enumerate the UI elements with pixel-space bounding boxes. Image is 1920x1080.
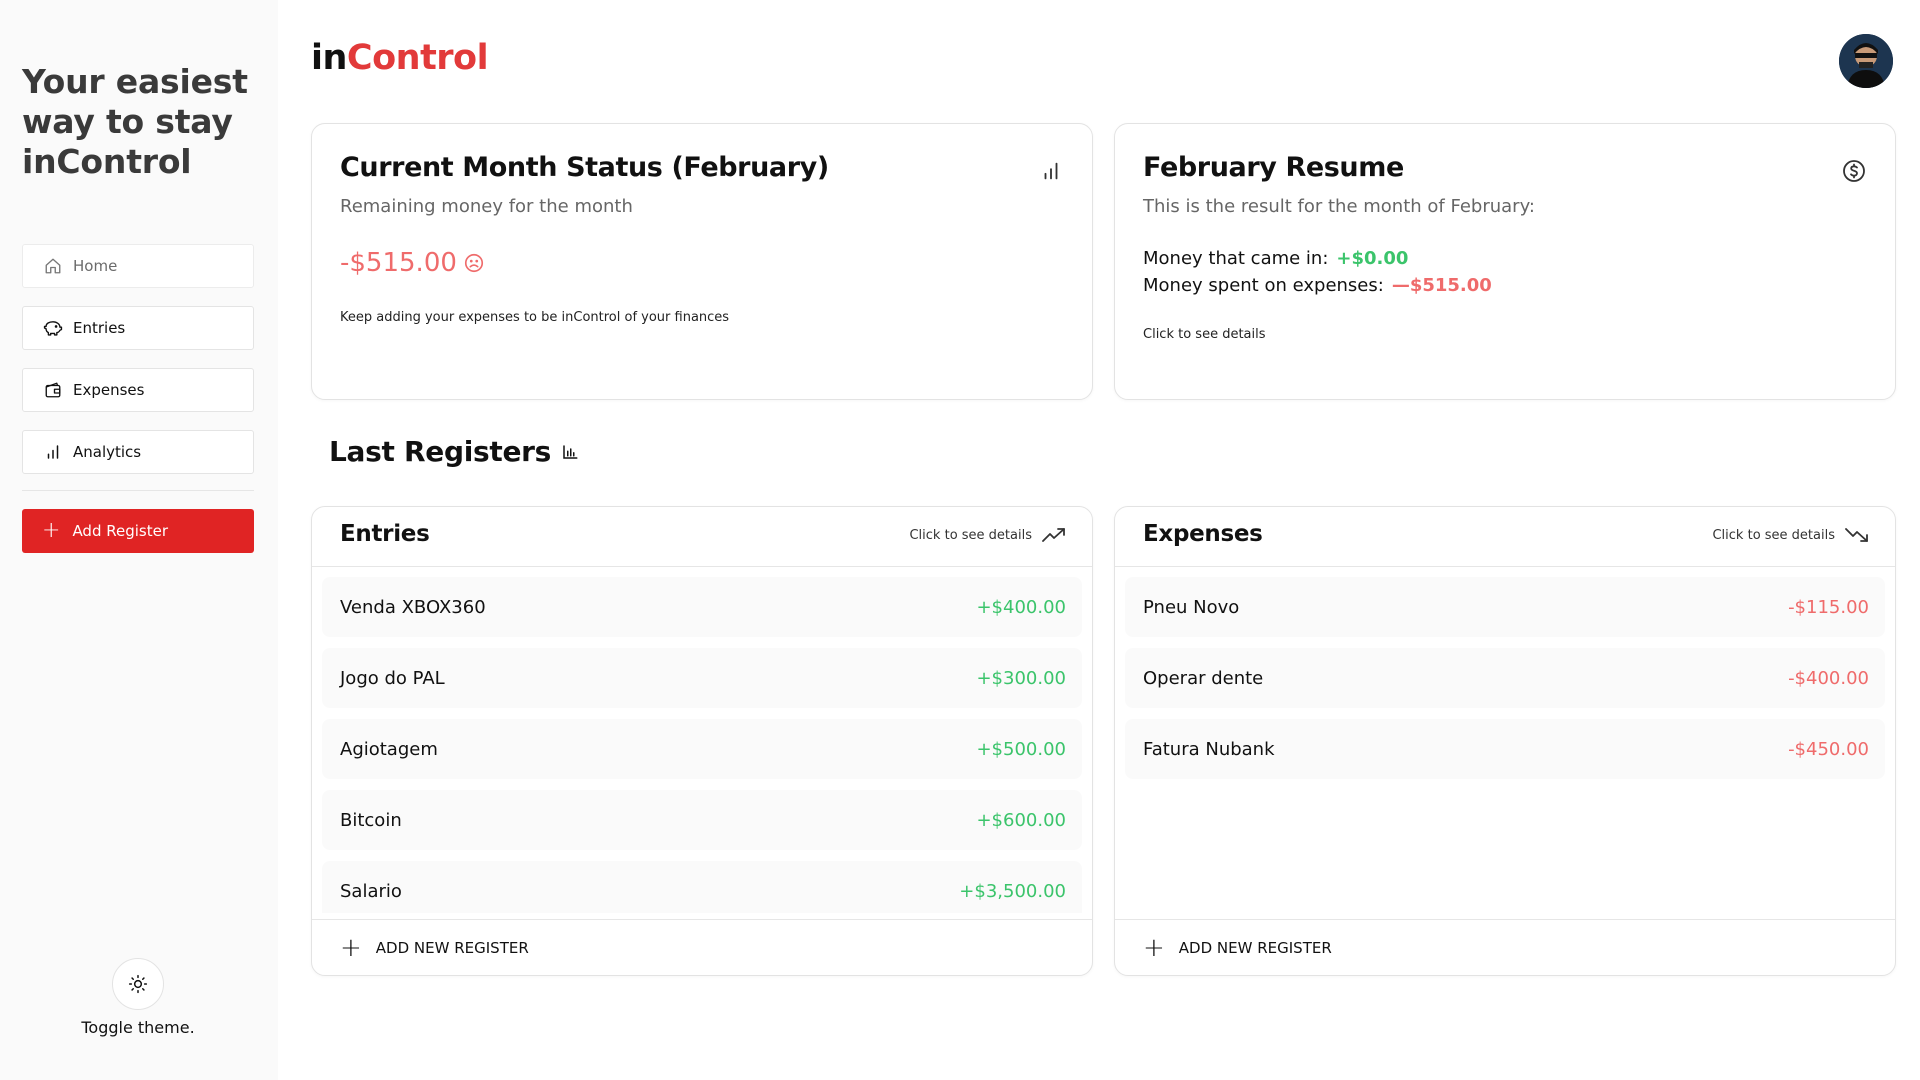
list-item[interactable]: Pneu Novo -$115.00 xyxy=(1125,577,1885,637)
sidebar-item-expenses[interactable]: Expenses xyxy=(22,368,254,412)
money-spent-label: Money spent on expenses: xyxy=(1143,275,1384,296)
logo-control: Control xyxy=(346,38,489,78)
remaining-value: -$515.00 xyxy=(340,248,457,278)
money-spent-value: —$515.00 xyxy=(1391,275,1492,296)
list-item[interactable]: Agiotagem +$500.00 xyxy=(322,719,1082,779)
dollar-circle-icon xyxy=(1841,158,1867,184)
list-item-name: Jogo do PAL xyxy=(340,667,445,689)
remaining-money: -$515.00 xyxy=(340,248,485,278)
list-item-amount: +$600.00 xyxy=(976,809,1066,831)
sidebar-item-entries[interactable]: Entries xyxy=(22,306,254,350)
logo-in: in xyxy=(311,38,347,78)
sidebar-divider xyxy=(22,490,254,491)
expenses-list: Pneu Novo -$115.00 Operar dente -$400.00 Fat… xyxy=(1125,577,1885,913)
entries-see-details-link[interactable]: Click to see details xyxy=(909,527,1066,543)
money-spent-line: Money spent on expenses: —$515.00 xyxy=(1143,275,1492,296)
entries-add-new-register-button[interactable]: + ADD NEW REGISTER xyxy=(312,919,1092,975)
add-register-button[interactable]: + Add Register xyxy=(22,509,254,553)
list-item[interactable]: Bitcoin +$600.00 xyxy=(322,790,1082,850)
last-registers-title: Last Registers xyxy=(329,435,579,468)
list-item-amount: +$3,500.00 xyxy=(959,880,1066,902)
sidebar-item-label: Entries xyxy=(73,319,126,337)
sidebar-item-label: Expenses xyxy=(73,381,145,399)
card-title: Current Month Status (February) xyxy=(340,152,829,183)
current-month-status-card: Current Month Status (February) Remainin… xyxy=(311,123,1093,400)
entries-list-card: Entries Click to see details Venda XBOX3… xyxy=(311,506,1093,976)
avatar[interactable] xyxy=(1839,34,1893,88)
list-item-name: Salario xyxy=(340,880,402,902)
wallet-icon xyxy=(43,380,63,400)
see-details-label: Click to see details xyxy=(1712,527,1835,543)
list-item-amount: -$400.00 xyxy=(1788,667,1869,689)
plus-icon: + xyxy=(42,518,61,543)
money-in-label: Money that came in: xyxy=(1143,248,1329,269)
bar-chart-icon xyxy=(561,443,579,461)
plus-icon: + xyxy=(1143,932,1165,963)
card-title: February Resume xyxy=(1143,152,1404,183)
entries-list: Venda XBOX360 +$400.00 Jogo do PAL +$300.00… xyxy=(322,577,1082,913)
trending-up-icon xyxy=(1042,527,1066,543)
list-item-name: Operar dente xyxy=(1143,667,1264,689)
card-subtitle: Remaining money for the month xyxy=(340,196,633,217)
list-item-amount: -$115.00 xyxy=(1788,596,1869,618)
list-item-amount: +$300.00 xyxy=(976,667,1066,689)
sidebar-item-analytics[interactable]: Analytics xyxy=(22,430,254,474)
add-register-label: Add Register xyxy=(72,522,169,540)
theme-toggle-button[interactable] xyxy=(112,958,164,1010)
money-in-line: Money that came in: +$0.00 xyxy=(1143,248,1408,269)
expenses-list-card: Expenses Click to see details Pneu Novo -… xyxy=(1114,506,1896,976)
plus-icon: + xyxy=(340,932,362,963)
section-title-text: Last Registers xyxy=(329,435,552,468)
sidebar-item-label: Home xyxy=(73,257,118,275)
status-message: Keep adding your expenses to be inContro… xyxy=(340,310,730,325)
add-new-register-label: ADD NEW REGISTER xyxy=(1178,938,1332,957)
see-details-link[interactable]: Click to see details xyxy=(1143,327,1266,342)
sidebar-tagline: Your easiest way to stay inControl xyxy=(22,62,248,181)
expenses-add-new-register-button[interactable]: + ADD NEW REGISTER xyxy=(1115,919,1895,975)
app-logo[interactable]: inControl xyxy=(311,38,489,78)
list-header: Entries Click to see details xyxy=(312,507,1092,567)
card-subtitle: This is the result for the month of Febr… xyxy=(1143,196,1535,217)
list-item-name: Venda XBOX360 xyxy=(340,596,486,618)
home-icon xyxy=(43,256,63,276)
sidebar-item-label: Analytics xyxy=(73,443,142,461)
list-header: Expenses Click to see details xyxy=(1115,507,1895,567)
list-item-name: Pneu Novo xyxy=(1143,596,1240,618)
list-title: Entries xyxy=(340,521,430,547)
sun-icon xyxy=(128,974,148,994)
list-item-amount: +$400.00 xyxy=(976,596,1066,618)
list-item-amount: +$500.00 xyxy=(976,738,1066,760)
add-new-register-label: ADD NEW REGISTER xyxy=(375,938,529,957)
list-item-name: Fatura Nubank xyxy=(1143,738,1275,760)
list-item[interactable]: Salario +$3,500.00 xyxy=(322,861,1082,913)
sidebar-item-home[interactable]: Home xyxy=(22,244,254,288)
february-resume-card[interactable]: February Resume This is the result for t… xyxy=(1114,123,1896,400)
toggle-theme-label: Toggle theme. xyxy=(81,1018,195,1037)
list-item[interactable]: Venda XBOX360 +$400.00 xyxy=(322,577,1082,637)
piggy-bank-icon xyxy=(43,318,63,338)
list-item[interactable]: Operar dente -$400.00 xyxy=(1125,648,1885,708)
see-details-label: Click to see details xyxy=(909,527,1032,543)
bar-chart-icon xyxy=(1038,158,1064,184)
trending-down-icon xyxy=(1845,527,1869,543)
list-item-amount: -$450.00 xyxy=(1788,738,1869,760)
sad-face-icon xyxy=(463,252,485,274)
list-item-name: Agiotagem xyxy=(340,738,438,760)
expenses-see-details-link[interactable]: Click to see details xyxy=(1712,527,1869,543)
list-title: Expenses xyxy=(1143,521,1263,547)
list-item[interactable]: Fatura Nubank -$450.00 xyxy=(1125,719,1885,779)
list-item-name: Bitcoin xyxy=(340,809,402,831)
sidebar: Your easiest way to stay inControl Home … xyxy=(0,0,278,1080)
money-in-value: +$0.00 xyxy=(1336,248,1409,269)
bar-chart-icon xyxy=(43,442,63,462)
list-item[interactable]: Jogo do PAL +$300.00 xyxy=(322,648,1082,708)
